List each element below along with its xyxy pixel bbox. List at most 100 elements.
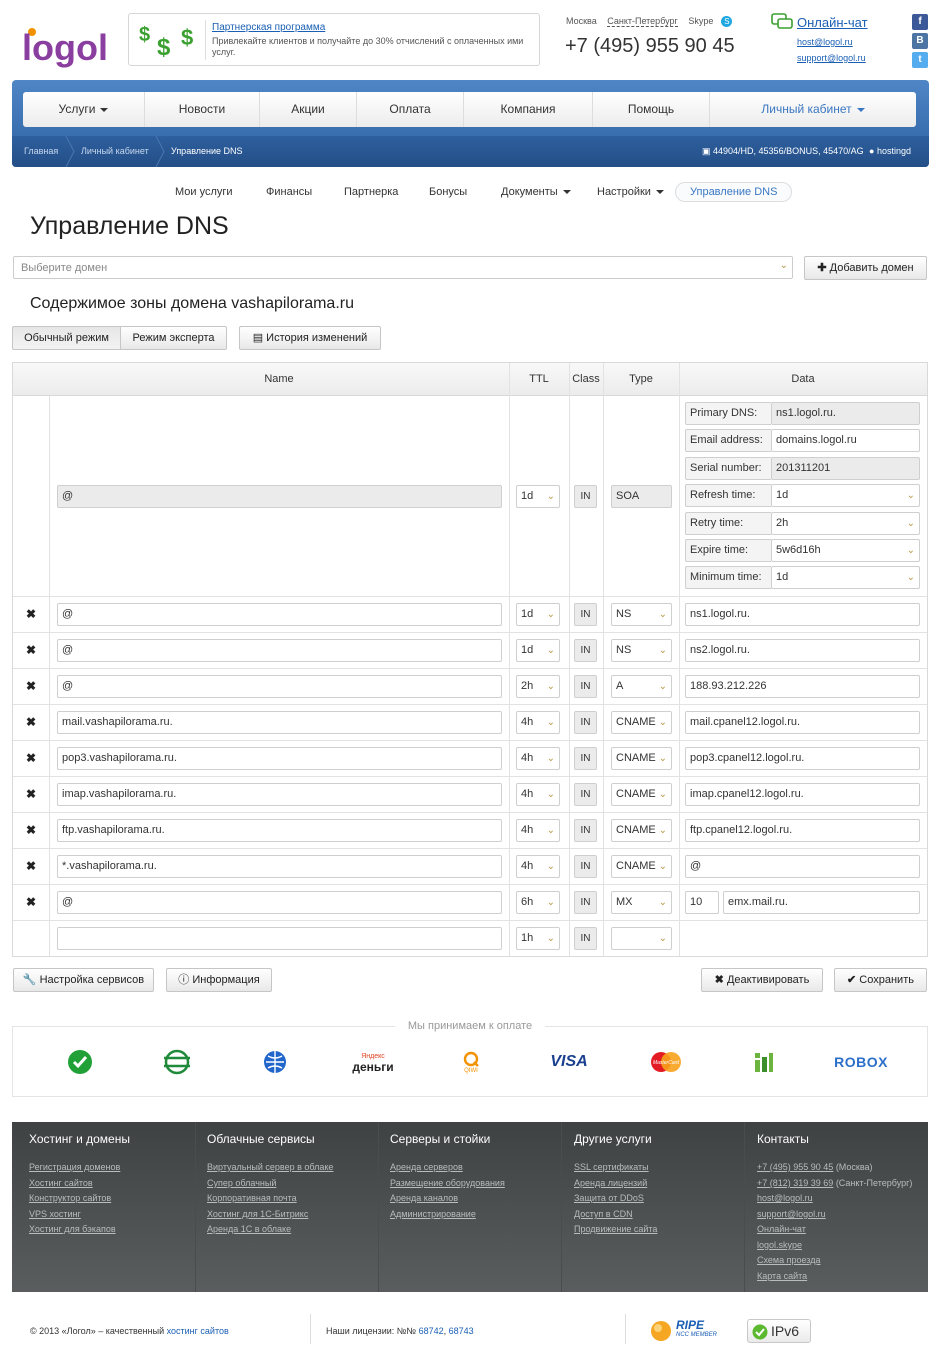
footer-link[interactable]: Хостинг для 1С-Битрикс (207, 1209, 308, 1219)
footer-link[interactable]: Доступ в CDN (574, 1209, 633, 1219)
record-type-select[interactable]: CNAME ⌄ (611, 855, 672, 878)
delete-icon[interactable]: ✖ (26, 751, 36, 765)
footer-link[interactable]: Аренда каналов (390, 1193, 458, 1203)
new-record-type-select[interactable]: ⌄ (611, 927, 672, 950)
record-data-input[interactable]: mail.cpanel12.logol.ru. (685, 711, 920, 734)
subnav-my-services[interactable]: Мои услуги (175, 186, 233, 198)
breadcrumb-home[interactable]: Главная (24, 146, 58, 156)
qiwi-icon[interactable]: QIWI (456, 1048, 486, 1076)
normal-mode-button[interactable]: Обычный режим (12, 326, 121, 350)
delete-icon[interactable]: ✖ (26, 607, 36, 621)
new-record-name-input[interactable] (57, 927, 502, 950)
record-type-select[interactable]: MX ⌄ (611, 891, 672, 914)
domain-select[interactable]: Выберите домен ⌄ (13, 256, 793, 279)
chat-icon[interactable] (771, 13, 793, 31)
nav-promos[interactable]: Акции (260, 92, 357, 127)
record-name-input[interactable]: @ (57, 891, 502, 914)
record-data-input[interactable]: ns1.logol.ru. (685, 603, 920, 626)
license-link[interactable]: 68742 (419, 1326, 444, 1336)
record-data-input[interactable]: ns2.logol.ru. (685, 639, 920, 662)
footer-link[interactable]: +7 (812) 319 39 69 (757, 1178, 833, 1188)
footer-link[interactable]: Схема проезда (757, 1255, 820, 1265)
footer-link[interactable]: logol.skype (757, 1240, 802, 1250)
nav-payment[interactable]: Оплата (357, 92, 464, 127)
visa-icon[interactable]: VISA (545, 1048, 593, 1076)
record-name-input[interactable]: imap.vashapilorama.ru. (57, 783, 502, 806)
record-type-select[interactable]: A ⌄ (611, 675, 672, 698)
ipv6-badge[interactable]: IPv6 (747, 1319, 811, 1343)
record-data-input[interactable]: imap.cpanel12.logol.ru. (685, 783, 920, 806)
skype-label[interactable]: Skype (688, 16, 713, 26)
delete-icon[interactable]: ✖ (26, 895, 36, 909)
sberbank-icon[interactable] (64, 1048, 96, 1076)
record-name-input[interactable]: mail.vashapilorama.ru. (57, 711, 502, 734)
footer-link[interactable]: Регистрация доменов (29, 1162, 120, 1172)
email-host-link[interactable]: host@logol.ru (797, 37, 853, 47)
license-link[interactable]: 68743 (449, 1326, 474, 1336)
mx-priority-input[interactable]: 10 (685, 891, 719, 914)
record-ttl-select[interactable]: 4h ⌄ (516, 711, 560, 734)
footer-link[interactable]: host@logol.ru (757, 1193, 813, 1203)
retry-time-select[interactable]: 2h ⌄ (771, 512, 920, 535)
record-ttl-select[interactable]: 4h ⌄ (516, 783, 560, 806)
partner-program-link[interactable]: Партнерская программа (212, 22, 325, 33)
new-record-ttl-select[interactable]: 1h ⌄ (516, 927, 560, 950)
record-ttl-select[interactable]: 1d ⌄ (516, 603, 560, 626)
footer-link[interactable]: Размещение оборудования (390, 1178, 505, 1188)
add-domain-button[interactable]: ✚ Добавить домен (804, 256, 927, 280)
footer-link[interactable]: support@logol.ru (757, 1209, 826, 1219)
hosting-link[interactable]: хостинг сайтов (167, 1326, 229, 1336)
refresh-time-select[interactable]: 1d ⌄ (771, 484, 920, 507)
minimum-time-select[interactable]: 1d ⌄ (771, 566, 920, 589)
record-data-input[interactable]: 188.93.212.226 (685, 675, 920, 698)
subnav-settings[interactable]: Настройки (597, 186, 664, 198)
record-type-select[interactable]: NS ⌄ (611, 639, 672, 662)
footer-link[interactable]: Корпоративная почта (207, 1193, 297, 1203)
record-type-select[interactable]: NS ⌄ (611, 603, 672, 626)
record-data-input[interactable]: pop3.cpanel12.logol.ru. (685, 747, 920, 770)
subnav-dns[interactable]: Управление DNS (675, 182, 793, 202)
subnav-partner[interactable]: Партнерка (344, 186, 398, 198)
expert-mode-button[interactable]: Режим эксперта (120, 326, 227, 350)
footer-link[interactable]: Карта сайта (757, 1271, 807, 1281)
footer-link[interactable]: Супер облачный (207, 1178, 276, 1188)
record-name-input[interactable]: @ (57, 639, 502, 662)
footer-link[interactable]: Хостинг для бэкапов (29, 1224, 116, 1234)
delete-icon[interactable]: ✖ (26, 715, 36, 729)
yandex-money-icon[interactable]: Яндекс деньги (344, 1048, 402, 1076)
nav-company[interactable]: Компания (464, 92, 593, 127)
delete-icon[interactable]: ✖ (26, 823, 36, 837)
breadcrumb-cabinet[interactable]: Личный кабинет (81, 146, 149, 156)
partner-banner[interactable]: $ $ $ Партнерская программа Привлекайте … (128, 13, 540, 66)
footer-link[interactable]: Виртуальный сервер в облаке (207, 1162, 333, 1172)
email-address-field[interactable]: domains.logol.ru (771, 429, 920, 452)
subnav-documents[interactable]: Документы (501, 186, 571, 198)
sbp-icon[interactable] (160, 1048, 194, 1076)
record-name-input[interactable]: @ (57, 603, 502, 626)
record-ttl-select[interactable]: 4h ⌄ (516, 819, 560, 842)
twitter-icon[interactable]: t (912, 52, 928, 68)
nav-cabinet[interactable]: Личный кабинет (710, 92, 916, 127)
footer-link[interactable]: Аренда 1С в облаке (207, 1224, 291, 1234)
subnav-finance[interactable]: Финансы (266, 186, 312, 198)
record-ttl-select[interactable]: 4h ⌄ (516, 747, 560, 770)
record-ttl-select[interactable]: 4h ⌄ (516, 855, 560, 878)
record-data-input[interactable]: emx.mail.ru. (723, 891, 920, 914)
nav-services[interactable]: Услуги (23, 92, 145, 127)
record-name-input[interactable]: pop3.vashapilorama.ru. (57, 747, 502, 770)
footer-link[interactable]: Защита от DDoS (574, 1193, 644, 1203)
robox-icon[interactable]: ROBOX (832, 1048, 890, 1076)
footer-link[interactable]: Аренда лицензий (574, 1178, 647, 1188)
delete-icon[interactable]: ✖ (26, 679, 36, 693)
city-moscow[interactable]: Москва (566, 16, 597, 26)
ripe-badge[interactable]: RIPE NCC MEMBER (650, 1318, 730, 1344)
mastercard-icon[interactable]: MasterCard (648, 1048, 684, 1076)
record-name-input[interactable]: @ (57, 675, 502, 698)
skype-icon[interactable]: S (721, 16, 733, 28)
footer-link[interactable]: Продвижение сайта (574, 1224, 657, 1234)
subnav-bonuses[interactable]: Бонусы (429, 186, 467, 198)
record-type-select[interactable]: CNAME ⌄ (611, 819, 672, 842)
soa-ttl-select[interactable]: 1d ⌄ (516, 485, 560, 508)
deactivate-button[interactable]: ✖ Деактивировать (701, 968, 823, 992)
change-history-button[interactable]: ▤ История изменений (239, 326, 381, 350)
